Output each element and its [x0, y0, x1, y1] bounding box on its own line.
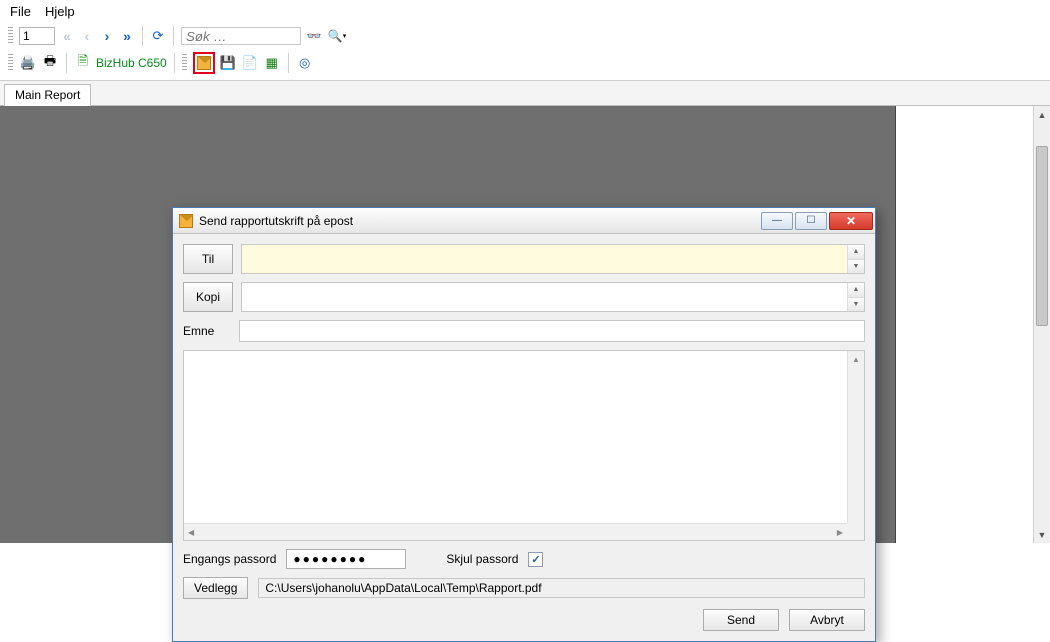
scroll-thumb[interactable] — [1036, 146, 1048, 326]
body-textarea[interactable]: ▲ ◀▶ — [183, 350, 865, 541]
send-button[interactable]: Send — [703, 609, 779, 631]
zoom-icon[interactable]: 🔍▾ — [327, 28, 347, 44]
cancel-button[interactable]: Avbryt — [789, 609, 865, 631]
dialog-titlebar[interactable]: Send rapportutskrift på epost — ☐ ✕ — [173, 208, 875, 234]
next-page-button[interactable]: › — [99, 28, 115, 44]
to-spinner[interactable]: ▲▼ — [847, 245, 864, 273]
separator — [66, 53, 67, 73]
to-field-wrapper: ▲▼ — [241, 244, 865, 274]
copy-input[interactable] — [242, 283, 847, 311]
menu-bar: File Hjelp — [0, 0, 1050, 23]
toolbar-grip — [8, 54, 13, 72]
toolbar-navigation: « ‹ › » ⟳ 👓 🔍▾ — [0, 23, 1050, 49]
scroll-corner — [847, 523, 864, 540]
tab-strip: Main Report — [0, 80, 1050, 106]
print-preview-icon[interactable]: 🖶 — [41, 54, 59, 72]
send-email-dialog: Send rapportutskrift på epost — ☐ ✕ Til … — [172, 207, 876, 642]
mail-icon — [197, 56, 211, 70]
export-pdf-icon[interactable]: 📄 — [241, 54, 259, 72]
separator — [288, 53, 289, 73]
vertical-scrollbar[interactable]: ▲ ▼ — [1033, 106, 1050, 543]
print-icon[interactable]: 🖨️ — [19, 54, 37, 72]
page-number-input[interactable] — [19, 27, 55, 45]
tab-main-report[interactable]: Main Report — [4, 84, 91, 106]
hide-password-checkbox[interactable]: ✓ — [528, 552, 543, 567]
toolbar-actions: 🖨️ 🖶 🗎 BizHub C650 💾 📄 ▦ ◎ — [0, 49, 1050, 77]
copy-spinner[interactable]: ▲▼ — [847, 283, 864, 311]
to-input[interactable] — [242, 245, 847, 273]
search-input[interactable] — [181, 27, 301, 45]
save-icon[interactable]: 💾 — [219, 54, 237, 72]
last-page-button[interactable]: » — [119, 28, 135, 44]
email-report-button[interactable] — [193, 52, 215, 74]
menu-help[interactable]: Hjelp — [45, 4, 75, 19]
separator — [142, 26, 143, 46]
help-icon[interactable]: ◎ — [296, 54, 314, 72]
password-label: Engangs passord — [183, 552, 276, 566]
copy-button[interactable]: Kopi — [183, 282, 233, 312]
export-excel-icon[interactable]: ▦ — [263, 54, 281, 72]
report-page-preview — [895, 106, 1040, 543]
hide-password-label: Skjul passord — [446, 552, 518, 566]
separator — [174, 53, 175, 73]
copy-field-wrapper: ▲▼ — [241, 282, 865, 312]
subject-input[interactable] — [239, 320, 865, 342]
refresh-icon[interactable]: ⟳ — [150, 28, 166, 44]
dialog-body: Til ▲▼ Kopi ▲▼ Emne ▲ ◀▶ — [173, 234, 875, 641]
maximize-button[interactable]: ☐ — [795, 212, 827, 230]
subject-label: Emne — [183, 324, 229, 338]
dialog-title-text: Send rapportutskrift på epost — [199, 214, 353, 228]
scroll-up-icon[interactable]: ▲ — [1034, 106, 1050, 123]
document-icon[interactable]: 🗎 — [74, 54, 92, 72]
close-button[interactable]: ✕ — [829, 212, 873, 230]
toolbar-grip — [182, 54, 187, 72]
first-page-button[interactable]: « — [59, 28, 75, 44]
minimize-button[interactable]: — — [761, 212, 793, 230]
printer-name-link[interactable]: BizHub C650 — [96, 56, 167, 70]
to-button[interactable]: Til — [183, 244, 233, 274]
attachment-path: C:\Users\johanolu\AppData\Local\Temp\Rap… — [258, 578, 865, 598]
attachment-button[interactable]: Vedlegg — [183, 577, 248, 599]
prev-page-button[interactable]: ‹ — [79, 28, 95, 44]
mail-icon — [179, 214, 193, 228]
report-viewer: ▲ ▼ Send rapportutskrift på epost — ☐ ✕ … — [0, 106, 1050, 543]
find-icon[interactable]: 👓 — [305, 28, 323, 44]
toolbar-grip — [8, 27, 13, 45]
password-input[interactable] — [286, 549, 406, 569]
separator — [173, 26, 174, 46]
menu-file[interactable]: File — [10, 4, 31, 19]
body-vscroll[interactable]: ▲ — [847, 351, 864, 523]
body-hscroll[interactable]: ◀▶ — [184, 523, 847, 540]
